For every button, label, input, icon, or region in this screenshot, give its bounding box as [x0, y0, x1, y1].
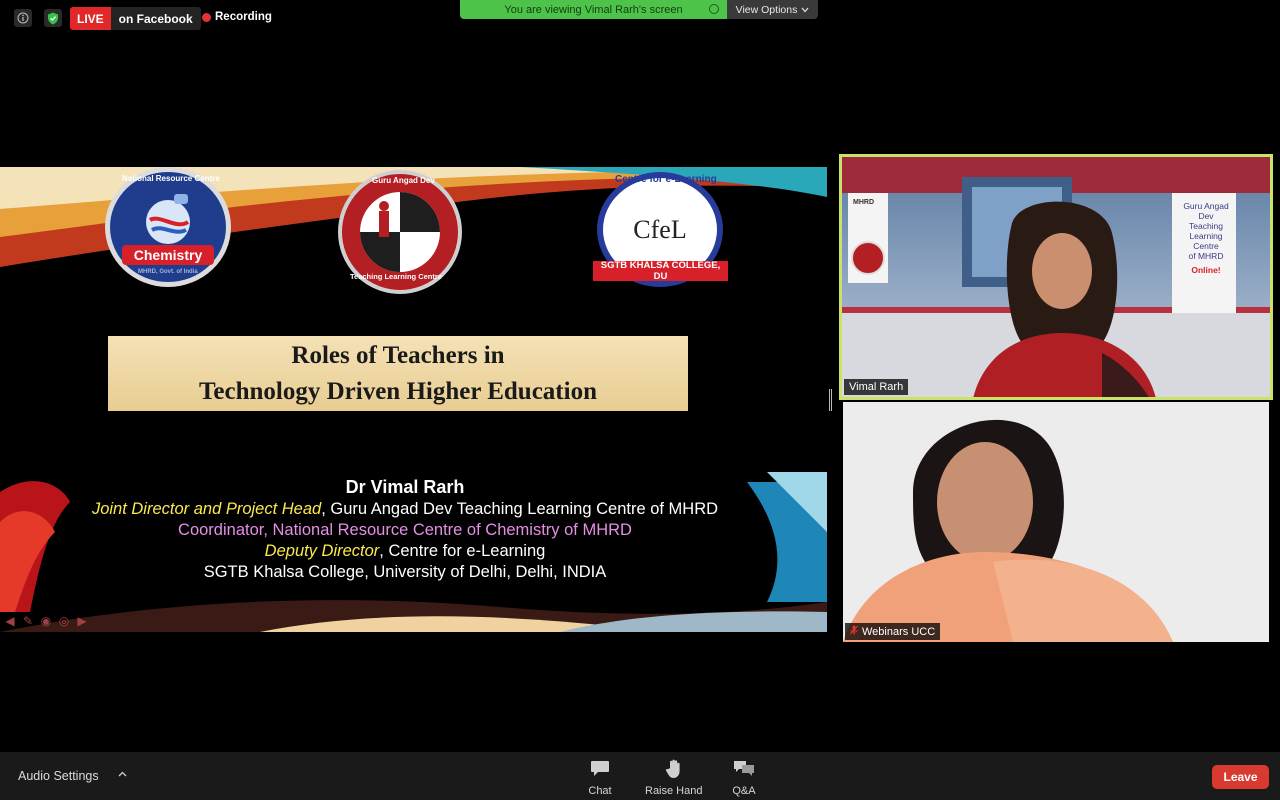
cfel-logo-ribbon: SGTB KHALSA COLLEGE, DU: [593, 260, 728, 282]
presenter-name: Dr Vimal Rarh: [345, 477, 465, 497]
presenter-info: Dr Vimal Rarh Joint Director and Project…: [60, 477, 750, 583]
chemistry-logo: National Resource Centre Chemistry MHRD,…: [105, 167, 231, 287]
tlc-logo-arc-top: Guru Angad Dev: [372, 176, 435, 185]
presenter-role-1: Joint Director and Project Head: [91, 500, 322, 518]
chevron-down-icon: [801, 7, 809, 12]
presenter-role-3: Deputy Director: [264, 542, 380, 560]
slide-decor-bottom: [0, 600, 827, 632]
raise-hand-label: Raise Hand: [645, 785, 703, 797]
tlc-logo-arc-bottom: Teaching Learning Centre: [350, 272, 442, 281]
teacher-lectern-icon: [360, 192, 440, 272]
participant-silhouette-1: [973, 201, 1156, 397]
video-tile-vimal-rarh[interactable]: Guru Angad Dev Teaching Learning Centre …: [839, 154, 1273, 400]
next-slide-icon[interactable]: ▶: [74, 615, 90, 628]
raise-hand-button[interactable]: Raise Hand: [645, 758, 702, 797]
share-indicator-icon: [709, 4, 719, 14]
info-icon[interactable]: [14, 9, 32, 27]
view-options-label: View Options: [735, 3, 798, 16]
zoom-icon[interactable]: ◎: [56, 615, 72, 628]
participant-name-label: Webinars UCC: [845, 623, 941, 640]
chemistry-logo-arc-text: National Resource Centre: [122, 174, 220, 183]
view-options-button[interactable]: View Options: [727, 0, 818, 19]
video-tile-webinars-ucc[interactable]: Webinars UCC: [843, 402, 1269, 642]
cfel-logo: Centre for e-Learning CfeL SGTB KHALSA C…: [593, 172, 728, 287]
meeting-controls-bar: Audio Settings Chat Raise Hand Q&A Leave: [0, 752, 1280, 800]
backdrop-sign-line-2: Teaching Learning: [1188, 221, 1224, 241]
chemistry-logo-subtext: MHRD, Govt. of India: [138, 269, 198, 275]
presenter-line-1: Joint Director and Project Head, Guru An…: [60, 499, 750, 520]
live-label: LIVE: [70, 7, 111, 30]
screen-share-banner: You are viewing Vimal Rarh's screen: [460, 0, 727, 19]
participant-silhouette-2: [843, 402, 1269, 642]
audio-settings-button[interactable]: Audio Settings: [18, 769, 99, 783]
backdrop-mhrd-text: MHRD: [853, 199, 874, 206]
meeting-top-bar: LIVE on Facebook Recording You are viewi…: [0, 0, 1280, 36]
presenter-line-4: SGTB Khalsa College, University of Delhi…: [203, 563, 607, 581]
qa-label: Q&A: [732, 785, 756, 797]
recording-dot-icon: [202, 12, 211, 22]
presenter-org-1: , Guru Angad Dev Teaching Learning Centr…: [321, 500, 719, 518]
chat-label: Chat: [588, 785, 612, 797]
chemistry-logo-ribbon: Chemistry: [122, 245, 214, 265]
backdrop-sign-line-3: Centre: [1193, 241, 1219, 251]
screen-share-banner-text: You are viewing Vimal Rarh's screen: [504, 3, 683, 16]
backdrop-sign-online: Online!: [1191, 265, 1221, 275]
live-stream-badge[interactable]: LIVE on Facebook: [70, 7, 201, 30]
cfel-logo-arc-text: Centre for e-Learning: [615, 174, 717, 185]
backdrop-sign: Guru Angad Dev Teaching Learning Centre …: [1178, 201, 1234, 275]
chevron-up-icon[interactable]: [118, 768, 127, 780]
hand-icon: [662, 758, 686, 780]
backdrop-sign-line-1: Guru Angad Dev: [1183, 201, 1229, 221]
panel-resize-handle[interactable]: [829, 389, 832, 411]
slide-title-box: Roles of Teachers in Technology Driven H…: [108, 336, 688, 411]
slide-title-line-1: Roles of Teachers in: [291, 341, 505, 369]
qa-button[interactable]: Q&A: [732, 758, 756, 797]
chat-bubble-icon: [588, 758, 612, 780]
chat-button[interactable]: Chat: [588, 758, 612, 797]
participant-name: Webinars UCC: [862, 625, 936, 638]
shield-icon[interactable]: [44, 9, 62, 27]
slide-menu-icon[interactable]: ◉: [38, 615, 54, 628]
slideshow-controls: ◀ ✎ ◉ ◎ ▶: [2, 615, 90, 628]
leave-button[interactable]: Leave: [1212, 765, 1269, 789]
slide-title-line-2: Technology Driven Higher Education: [199, 377, 597, 405]
presenter-line-3: Deputy Director, Centre for e-Learning: [60, 541, 750, 562]
teaching-learning-centre-logo: Guru Angad Dev Teaching Learning Centre: [338, 170, 462, 294]
globe-flask-icon: [146, 194, 190, 244]
qa-bubbles-icon: [732, 758, 756, 780]
cfel-logo-center-text: CfeL: [633, 214, 687, 244]
participant-name-label: Vimal Rarh: [844, 379, 909, 395]
presenter-line-2: Coordinator, National Resource Centre of…: [178, 521, 632, 539]
stream-target-label: on Facebook: [110, 7, 201, 30]
presenter-org-3: , Centre for e-Learning: [379, 542, 546, 560]
shared-screen-slide: National Resource Centre Chemistry MHRD,…: [0, 167, 827, 632]
microphone-muted-icon: [850, 625, 858, 638]
backdrop-sign-line-4: of MHRD: [1188, 251, 1224, 261]
participant-name: Vimal Rarh: [849, 381, 904, 393]
previous-slide-icon[interactable]: ◀: [2, 615, 18, 628]
recording-indicator[interactable]: Recording: [202, 11, 272, 23]
pen-icon[interactable]: ✎: [20, 615, 36, 628]
recording-label: Recording: [215, 11, 272, 23]
